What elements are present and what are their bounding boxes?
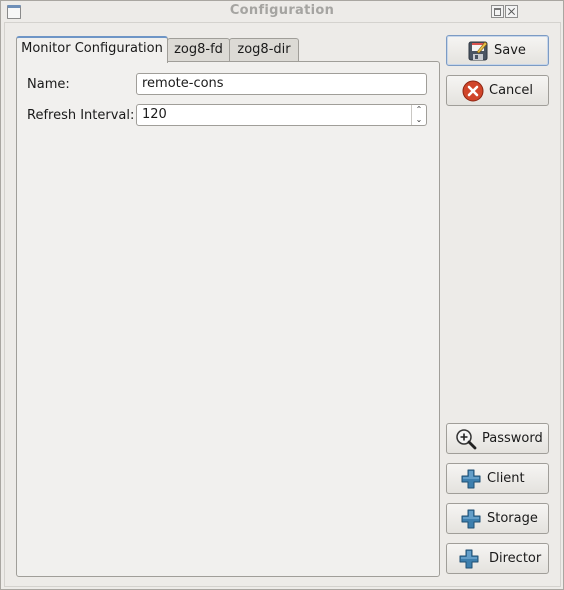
floppy-disk-icon: [467, 40, 489, 62]
plus-icon: [460, 508, 482, 530]
client-label: Client: [487, 471, 525, 486]
password-label: Password: [482, 431, 543, 446]
client-button[interactable]: Client: [446, 463, 549, 494]
save-label: Save: [494, 43, 526, 58]
name-label: Name:: [27, 77, 70, 92]
title-bar[interactable]: Configuration: [1, 1, 563, 22]
spin-buttons: ⌃ ⌄: [411, 105, 426, 125]
tab-zog8-dir[interactable]: zog8-dir: [229, 38, 299, 61]
spin-down-button[interactable]: ⌄: [412, 115, 426, 125]
configuration-window: Configuration Monitor Configuration zog8…: [0, 0, 564, 590]
plus-icon: [458, 548, 480, 570]
tab-zog8-fd[interactable]: zog8-fd: [167, 38, 230, 61]
name-input[interactable]: remote-cons: [136, 73, 427, 95]
refresh-interval-label: Refresh Interval:: [27, 108, 135, 123]
refresh-interval-value: 120: [142, 107, 167, 122]
spin-up-button[interactable]: ⌃: [412, 105, 426, 115]
close-button[interactable]: [505, 5, 518, 18]
director-label: Director: [489, 551, 542, 566]
monitor-configuration-panel: Name: remote-cons Refresh Interval: 120 …: [16, 61, 440, 577]
plus-icon: [460, 468, 482, 490]
cancel-label: Cancel: [489, 83, 534, 98]
window-title: Configuration: [229, 3, 335, 18]
cancel-icon: [462, 80, 484, 102]
refresh-interval-spinbox[interactable]: 120 ⌃ ⌄: [136, 104, 427, 126]
storage-button[interactable]: Storage: [446, 503, 549, 534]
tab-monitor-configuration[interactable]: Monitor Configuration: [16, 36, 168, 63]
password-button[interactable]: Password: [446, 423, 549, 454]
cancel-button[interactable]: Cancel: [446, 75, 549, 106]
storage-label: Storage: [487, 511, 538, 526]
director-button[interactable]: Director: [446, 543, 549, 574]
zoom-in-icon: [455, 428, 477, 450]
maximize-button[interactable]: [491, 5, 504, 18]
save-button[interactable]: Save: [446, 35, 549, 66]
